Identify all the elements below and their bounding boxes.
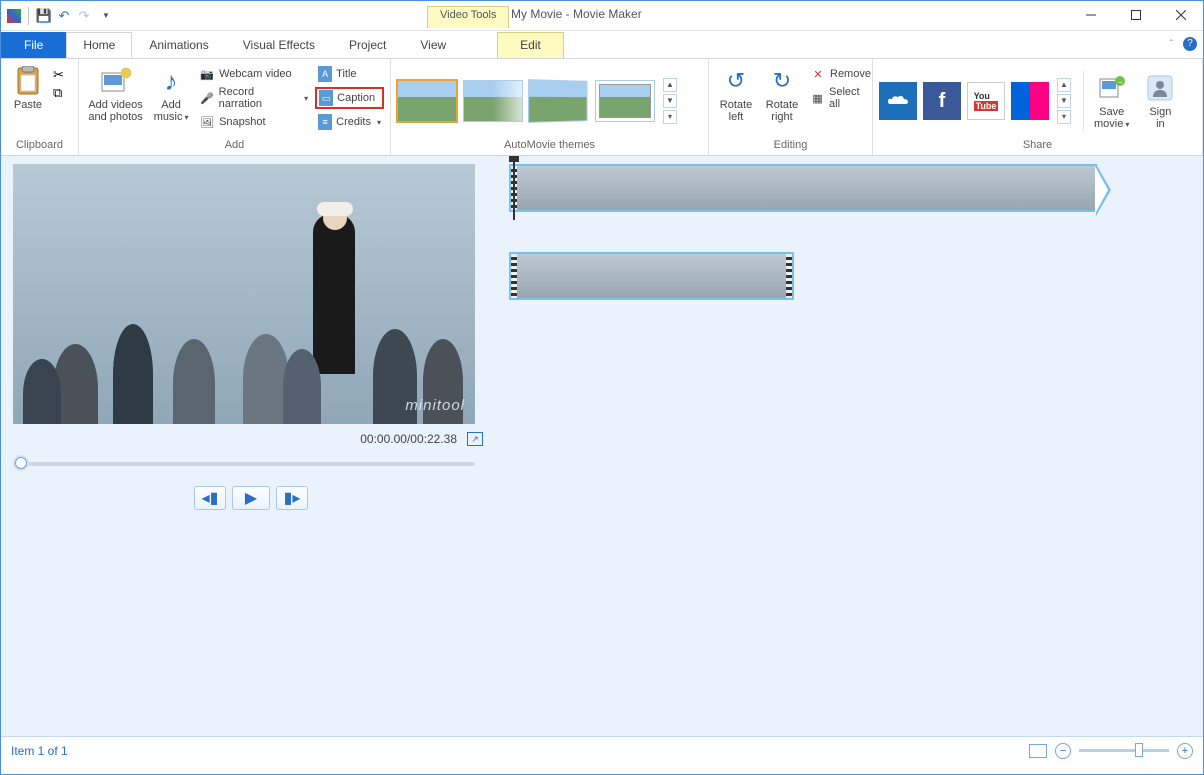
record-narration-button[interactable]: 🎤Record narration▾ [196, 87, 311, 109]
theme-thumb-3[interactable] [528, 79, 588, 123]
tab-file[interactable]: File [1, 32, 66, 58]
zoom-slider[interactable] [1079, 749, 1169, 752]
context-tab-header: Video Tools [427, 6, 509, 28]
tab-home[interactable]: Home [66, 32, 132, 58]
share-more[interactable]: ▾ [1057, 110, 1071, 124]
caption-icon: ▭ [319, 90, 333, 106]
credits-icon: ≡ [318, 114, 332, 130]
ribbon: Paste ✂ ⧉ Clipboard Add videos and photo… [1, 59, 1203, 156]
minimize-button[interactable] [1068, 1, 1113, 29]
workspace: minitool 00:00.00/00:22.38 ↗ ◂▮ ▶ ▮▸ [1, 156, 1203, 736]
tab-edit[interactable]: Edit [497, 32, 564, 58]
save-movie-button[interactable]: → Save movie▾ [1090, 70, 1133, 133]
timeline-clip-2[interactable] [509, 252, 794, 300]
share-scroll-down[interactable]: ▼ [1057, 94, 1071, 108]
user-icon [1144, 72, 1176, 104]
close-button[interactable] [1158, 1, 1203, 29]
youtube-icon[interactable]: YouTube [967, 82, 1005, 120]
app-icon[interactable] [7, 9, 21, 23]
redo-icon[interactable]: ↷ [76, 8, 92, 24]
preview-pane: minitool 00:00.00/00:22.38 ↗ ◂▮ ▶ ▮▸ [1, 156, 501, 736]
group-share: f YouTube ▲ ▼ ▾ → Save movie▾ Sign in [873, 59, 1203, 155]
microphone-icon: 🎤 [199, 90, 215, 106]
facebook-icon[interactable]: f [923, 82, 961, 120]
theme-thumb-2[interactable] [463, 80, 523, 122]
help-icon[interactable]: ? [1183, 37, 1197, 51]
play-button[interactable]: ▶ [232, 486, 270, 510]
tab-animations[interactable]: Animations [132, 32, 225, 58]
select-all-icon: ▦ [810, 90, 825, 106]
status-bar: Item 1 of 1 − + [1, 736, 1203, 764]
watermark: minitool [405, 397, 465, 414]
preview-video[interactable]: minitool [13, 164, 475, 424]
copy-icon[interactable]: ⧉ [53, 85, 64, 101]
zoom-in-button[interactable]: + [1177, 743, 1193, 759]
title-icon: A [318, 66, 332, 82]
tab-visual-effects[interactable]: Visual Effects [226, 32, 332, 58]
theme-scroll-up[interactable]: ▲ [663, 78, 677, 92]
next-frame-button[interactable]: ▮▸ [276, 486, 308, 510]
group-editing: ↺ Rotate left ↻ Rotate right ✕Remove ▦Se… [709, 59, 873, 155]
music-icon: ♪ [155, 65, 187, 97]
credits-button[interactable]: ≡Credits▾ [315, 111, 384, 133]
paste-button[interactable]: Paste [7, 63, 49, 113]
snapshot-icon: 🖼 [199, 114, 215, 130]
window-controls [1068, 1, 1203, 31]
save-icon[interactable]: 💾 [36, 8, 52, 24]
share-service-icon[interactable] [1011, 82, 1049, 120]
view-toggle-icon[interactable] [1029, 744, 1047, 758]
rotate-left-button[interactable]: ↺ Rotate left [715, 63, 757, 125]
group-automovie: ▲ ▼ ▾ AutoMovie themes [391, 59, 709, 155]
add-music-button[interactable]: ♪ Add music▾ [150, 63, 192, 126]
ribbon-tabs: File Home Animations Visual Effects Proj… [1, 31, 1203, 59]
tab-view[interactable]: View [403, 32, 463, 58]
theme-more[interactable]: ▾ [663, 110, 677, 124]
save-movie-icon: → [1096, 72, 1128, 104]
caption-button[interactable]: ▭Caption [315, 87, 384, 109]
select-all-button[interactable]: ▦Select all [807, 87, 874, 109]
zoom-thumb[interactable] [1135, 743, 1143, 757]
theme-thumb-1[interactable] [397, 80, 457, 122]
rotate-right-icon: ↻ [766, 65, 798, 97]
timeline-clip-1[interactable] [509, 164, 1097, 212]
onedrive-icon[interactable] [879, 82, 917, 120]
collapse-ribbon-icon[interactable]: ˆ [1170, 39, 1173, 50]
zoom-out-button[interactable]: − [1055, 743, 1071, 759]
quick-access-toolbar: 💾 ↶ ↷ ▼ [1, 1, 120, 30]
prev-frame-button[interactable]: ◂▮ [194, 486, 226, 510]
share-scroll-up[interactable]: ▲ [1057, 78, 1071, 92]
group-clipboard: Paste ✂ ⧉ Clipboard [1, 59, 79, 155]
seek-thumb[interactable] [15, 457, 27, 469]
rotate-left-icon: ↺ [720, 65, 752, 97]
qat-dropdown-icon[interactable]: ▼ [98, 8, 114, 24]
cut-icon[interactable]: ✂ [53, 67, 64, 83]
window-title: My Movie - Movie Maker [511, 7, 642, 21]
webcam-video-button[interactable]: 📷Webcam video [196, 63, 311, 85]
time-display: 00:00.00/00:22.38 [360, 432, 457, 446]
status-item-count: Item 1 of 1 [11, 744, 68, 758]
theme-thumb-4[interactable] [595, 80, 655, 122]
undo-icon[interactable]: ↶ [56, 8, 72, 24]
snapshot-button[interactable]: 🖼Snapshot [196, 111, 311, 133]
seek-bar[interactable] [13, 462, 475, 466]
maximize-button[interactable] [1113, 1, 1158, 29]
playhead[interactable] [513, 160, 515, 220]
title-button[interactable]: ATitle [315, 63, 384, 85]
theme-scroll-down[interactable]: ▼ [663, 94, 677, 108]
clipboard-icon [12, 65, 44, 97]
remove-button[interactable]: ✕Remove [807, 63, 874, 85]
title-bar: 💾 ↶ ↷ ▼ Video Tools My Movie - Movie Mak… [1, 1, 1203, 31]
media-icon [100, 65, 132, 97]
group-add: Add videos and photos ♪ Add music▾ 📷Webc… [79, 59, 391, 155]
sign-in-button[interactable]: Sign in [1139, 70, 1181, 132]
timeline-pane[interactable] [501, 156, 1203, 736]
svg-text:→: → [1116, 77, 1124, 86]
webcam-icon: 📷 [199, 66, 215, 82]
tab-project[interactable]: Project [332, 32, 403, 58]
fullscreen-icon[interactable]: ↗ [467, 432, 483, 446]
rotate-right-button[interactable]: ↻ Rotate right [761, 63, 803, 125]
add-videos-photos-button[interactable]: Add videos and photos [85, 63, 146, 125]
remove-icon: ✕ [810, 66, 826, 82]
